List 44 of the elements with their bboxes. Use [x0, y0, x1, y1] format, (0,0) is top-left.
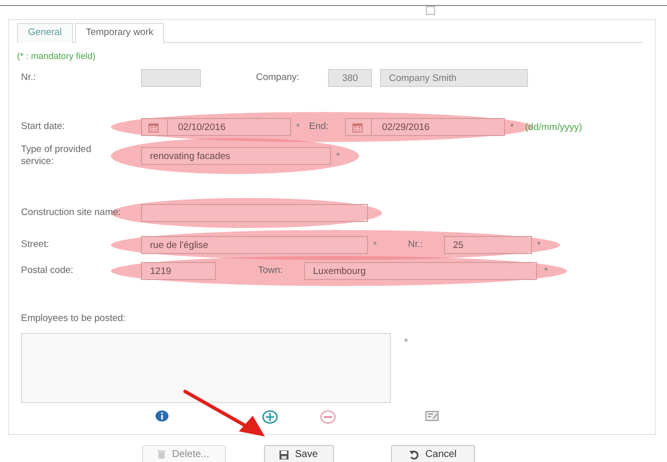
calendar-icon[interactable] — [352, 119, 372, 135]
edit-icon[interactable] — [425, 410, 439, 422]
input-field[interactable]: 25 — [444, 236, 532, 254]
field-label: Postal code: — [21, 265, 74, 277]
undo-icon — [409, 450, 420, 460]
resize-handle-icon[interactable] — [426, 6, 435, 15]
field-label: End: — [309, 121, 330, 133]
input-field: Company Smith — [380, 69, 528, 87]
input-field[interactable]: renovating facades — [141, 147, 331, 165]
field-label: Start date: — [21, 121, 66, 133]
tab[interactable]: Temporary work — [74, 23, 164, 43]
input-field[interactable]: rue de l'église — [141, 236, 368, 254]
field-label: Nr.: — [21, 72, 37, 84]
field-label: Type of provided service: — [21, 144, 92, 168]
field-label: Nr.: — [408, 239, 424, 251]
remove-icon[interactable] — [320, 410, 336, 424]
required-mark: * — [372, 240, 378, 250]
tab[interactable]: General — [17, 23, 73, 43]
info-icon[interactable] — [155, 410, 169, 422]
input-field: 380 — [328, 69, 372, 87]
required-mark: * — [543, 266, 549, 276]
mandatory-note: (* : mandatory field) — [17, 51, 97, 63]
field-label: Street: — [21, 239, 50, 251]
field-label: Construction site name: — [21, 207, 122, 219]
date-field[interactable]: 02/10/2016 — [141, 118, 291, 136]
input-field[interactable]: Luxembourg — [304, 262, 537, 280]
required-mark: * — [403, 337, 409, 349]
cancel-button[interactable]: Cancel — [391, 445, 475, 462]
required-mark: * — [509, 122, 515, 132]
trash-icon — [157, 450, 166, 459]
required-mark: * — [295, 122, 301, 132]
input-field[interactable]: 1219 — [141, 262, 216, 280]
save-button[interactable]: Save — [264, 445, 334, 462]
field-label: Company: — [256, 72, 300, 84]
required-mark: * — [335, 150, 341, 162]
required-mark: * — [536, 240, 542, 250]
employees-list[interactable] — [21, 333, 391, 403]
calendar-icon[interactable] — [148, 119, 168, 135]
field-label: Employees to be posted: — [20, 313, 127, 325]
input-field[interactable] — [141, 204, 368, 222]
add-icon[interactable] — [262, 410, 278, 424]
field-label: Town: — [258, 265, 284, 277]
date-field[interactable]: 02/29/2016 — [345, 118, 505, 136]
format-hint: (dd/mm/yyyy) — [525, 122, 582, 132]
